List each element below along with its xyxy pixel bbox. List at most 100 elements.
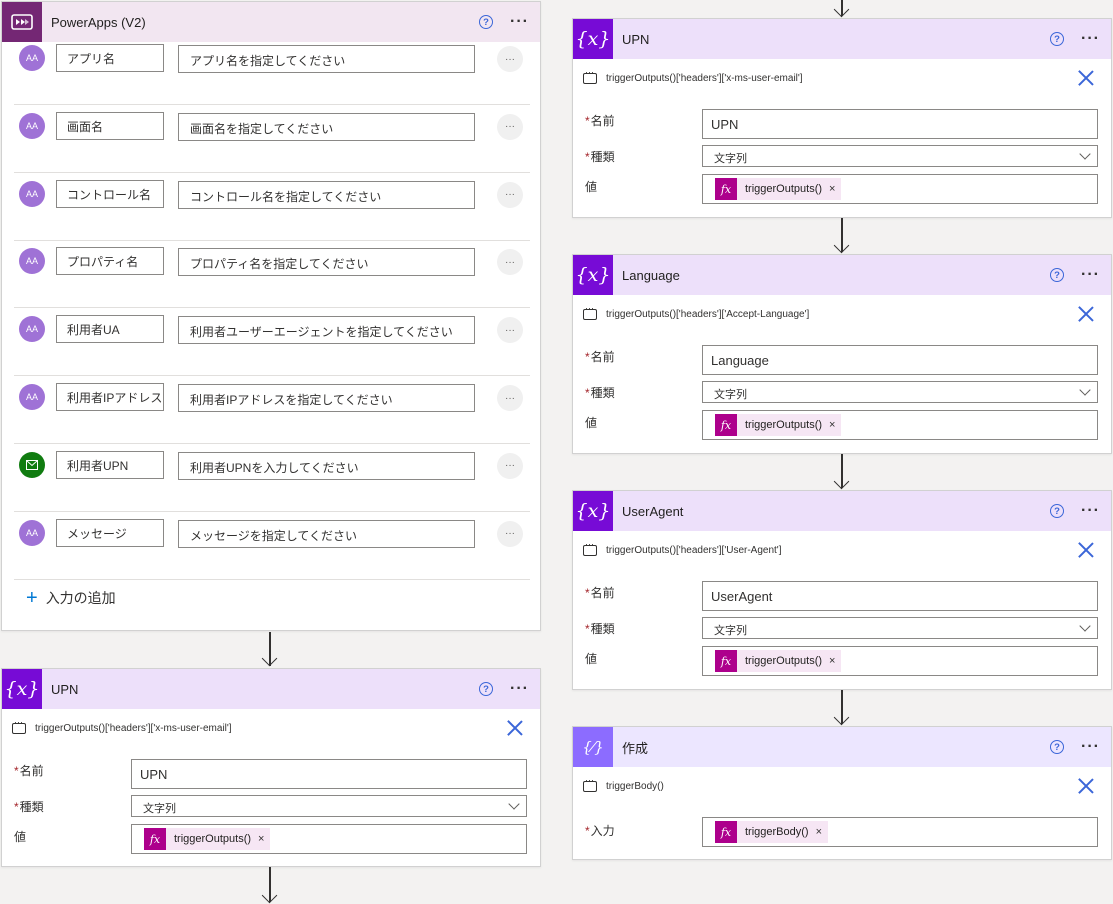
action-title: UserAgent [622, 503, 684, 519]
input-description-field[interactable]: 利用者IPアドレスを指定してください [178, 384, 475, 412]
initialize-variable-card-upn: {x} UPN ? ··· triggerOutputs()['headers'… [572, 18, 1112, 218]
input-description-field[interactable]: 画面名を指定してください [178, 112, 475, 141]
connector-arrow [833, 218, 850, 254]
input-description-field[interactable]: 利用者ユーザーエージェントを指定してください [178, 316, 475, 345]
trigger-input-row: AA 画面名 画面名を指定してください ··· [14, 105, 530, 173]
input-field[interactable]: fx triggerBody() × [702, 817, 1098, 847]
help-icon[interactable]: ? [1050, 740, 1065, 754]
input-options-button[interactable]: ··· [497, 181, 523, 208]
remove-token-icon[interactable]: × [816, 826, 822, 838]
comment-text[interactable]: triggerOutputs()['headers']['Accept-Lang… [606, 309, 1077, 320]
value-field[interactable]: fx triggerOutputs() × [702, 410, 1098, 440]
action-title: 作成 [622, 740, 649, 756]
close-comment-icon[interactable] [1077, 541, 1095, 559]
name-field[interactable]: Language [702, 345, 1098, 375]
value-field[interactable]: fx triggerOutputs() × [702, 646, 1098, 676]
input-options-button[interactable]: ··· [497, 317, 523, 344]
expression-token[interactable]: fx triggerOutputs() × [715, 178, 842, 200]
close-comment-icon[interactable] [1077, 305, 1095, 323]
text-type-icon: AA [19, 384, 45, 410]
comment-icon [12, 718, 26, 734]
more-options-button[interactable]: ··· [510, 14, 529, 30]
type-dropdown[interactable]: 文字列 [702, 145, 1098, 167]
more-options-button[interactable]: ··· [1081, 31, 1100, 47]
input-description-field[interactable]: メッセージを指定してください [178, 519, 475, 548]
input-description-field[interactable]: プロパティ名を指定してください [178, 248, 475, 277]
trigger-input-row: AA コントロール名 コントロール名を指定してください ··· [14, 173, 530, 241]
type-dropdown[interactable]: 文字列 [131, 795, 527, 817]
value-field[interactable]: fx triggerOutputs() × [702, 174, 1098, 204]
close-comment-icon[interactable] [506, 719, 524, 737]
value-label: 値 [14, 830, 27, 844]
remove-token-icon[interactable]: × [829, 183, 835, 195]
trigger-title: PowerApps (V2) [51, 14, 146, 30]
input-name-field[interactable]: 利用者UPN [56, 450, 164, 479]
action-header[interactable]: {x} UserAgent ? ··· [573, 491, 1111, 531]
input-name-field[interactable]: コントロール名 [56, 179, 164, 208]
input-options-button[interactable]: ··· [497, 520, 523, 547]
name-field[interactable]: UserAgent [702, 581, 1098, 611]
type-dropdown[interactable]: 文字列 [702, 617, 1098, 639]
trigger-header[interactable]: PowerApps (V2) ? ··· [2, 2, 540, 42]
action-header[interactable]: {x} Language ? ··· [573, 255, 1111, 295]
input-options-button[interactable]: ··· [497, 385, 523, 411]
remove-token-icon[interactable]: × [829, 419, 835, 431]
more-options-button[interactable]: ··· [510, 681, 529, 697]
input-description-field[interactable]: アプリ名を指定してください [178, 45, 475, 73]
connector-arrow [261, 867, 278, 904]
comment-text[interactable]: triggerOutputs()['headers']['x-ms-user-e… [35, 723, 506, 734]
help-icon[interactable]: ? [479, 15, 494, 29]
more-options-button[interactable]: ··· [1081, 739, 1100, 755]
text-type-icon: AA [19, 248, 45, 275]
action-header[interactable]: {x} UPN ? ··· [573, 19, 1111, 59]
input-options-button[interactable]: ··· [497, 113, 523, 140]
input-options-button[interactable]: ··· [497, 46, 523, 72]
trigger-input-row: AA 利用者UA 利用者ユーザーエージェントを指定してください ··· [14, 308, 530, 377]
input-name-field[interactable]: 利用者UA [56, 315, 164, 344]
value-label: 値 [585, 180, 598, 194]
compose-icon: {⁄} [573, 727, 613, 767]
input-name-field[interactable]: メッセージ [56, 518, 164, 547]
close-comment-icon[interactable] [1077, 777, 1095, 795]
action-header[interactable]: {⁄} 作成 ? ··· [573, 727, 1111, 767]
more-options-button[interactable]: ··· [1081, 503, 1100, 519]
powerapps-trigger-card: PowerApps (V2) ? ··· AA アプリ名 アプリ名を指定してください… [1, 1, 541, 631]
remove-token-icon[interactable]: × [829, 655, 835, 667]
expression-token[interactable]: fx triggerOutputs() × [144, 828, 271, 850]
help-icon[interactable]: ? [1050, 32, 1065, 46]
input-description-field[interactable]: 利用者UPNを入力してください [178, 451, 475, 480]
name-field[interactable]: UPN [702, 109, 1098, 139]
comment-text[interactable]: triggerOutputs()['headers']['x-ms-user-e… [606, 73, 1077, 84]
action-header[interactable]: {x} UPN ? ··· [2, 669, 540, 709]
input-name-field[interactable]: 利用者IPアドレス [56, 383, 164, 411]
connector-arrow [833, 454, 850, 490]
type-dropdown[interactable]: 文字列 [702, 381, 1098, 403]
comment-text[interactable]: triggerOutputs()['headers']['User-Agent'… [606, 545, 1077, 556]
name-field[interactable]: UPN [131, 759, 527, 789]
trigger-input-row: AA アプリ名 アプリ名を指定してください ··· [14, 37, 530, 105]
connector-arrow [833, 690, 850, 726]
input-options-button[interactable]: ··· [497, 249, 523, 276]
expression-token[interactable]: fx triggerBody() × [715, 821, 829, 843]
expression-token[interactable]: fx triggerOutputs() × [715, 650, 842, 672]
input-name-field[interactable]: プロパティ名 [56, 247, 164, 276]
comment-text[interactable]: triggerBody() [606, 781, 1077, 792]
remove-token-icon[interactable]: × [258, 833, 264, 845]
input-name-field[interactable]: 画面名 [56, 111, 164, 140]
initialize-variable-card-language: {x} Language ? ··· triggerOutputs()['hea… [572, 254, 1112, 454]
expression-token[interactable]: fx triggerOutputs() × [715, 414, 842, 436]
comment-icon [583, 540, 597, 556]
help-icon[interactable]: ? [1050, 268, 1065, 282]
add-input-button[interactable]: + 入力の追加 [26, 588, 116, 608]
value-field[interactable]: fx triggerOutputs() × [131, 824, 527, 854]
help-icon[interactable]: ? [479, 682, 494, 696]
input-options-button[interactable]: ··· [497, 452, 523, 479]
input-name-field[interactable]: アプリ名 [56, 44, 164, 72]
help-icon[interactable]: ? [1050, 504, 1065, 518]
chevron-down-icon [1079, 148, 1091, 160]
close-comment-icon[interactable] [1077, 69, 1095, 87]
more-options-button[interactable]: ··· [1081, 267, 1100, 283]
name-label: *名前 [585, 114, 615, 128]
input-description-field[interactable]: コントロール名を指定してください [178, 180, 475, 209]
initialize-variable-card-useragent: {x} UserAgent ? ··· triggerOutputs()['he… [572, 490, 1112, 690]
